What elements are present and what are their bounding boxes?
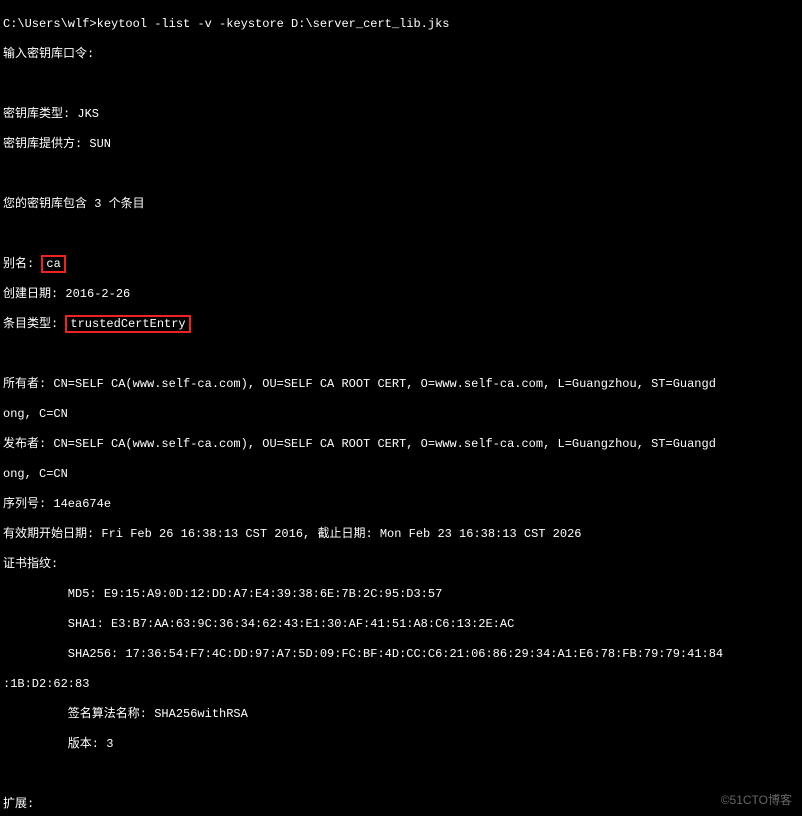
keystore-provider-label: 密钥库提供方: [3, 137, 82, 151]
fingerprint-label: 证书指纹: [3, 557, 58, 571]
serial-value: 14ea674e [46, 497, 111, 511]
alias-label: 别名: [3, 257, 34, 271]
version-value: 3 [99, 737, 113, 751]
extensions-label: 扩展: [3, 797, 34, 811]
sha256-fingerprint: SHA256: 17:36:54:F7:4C:DD:97:A7:5D:09:FC… [3, 647, 723, 661]
command: keytool -list -v -keystore D:\server_cer… [97, 17, 450, 31]
sha256-fingerprint-cont: :1B:D2:62:83 [3, 677, 89, 691]
creation-date-label: 创建日期: [3, 287, 58, 301]
version-label: 版本: [3, 737, 99, 751]
keystore-type-label: 密钥库类型: [3, 107, 70, 121]
sha1-fingerprint: SHA1: E3:B7:AA:63:9C:36:34:62:43:E1:30:A… [3, 617, 514, 631]
keystore-type-value: JKS [70, 107, 99, 121]
issuer-value-cont: ong, C=CN [3, 467, 68, 481]
sig-alg-value: SHA256withRSA [147, 707, 248, 721]
sig-alg-label: 签名算法名称: [3, 707, 147, 721]
owner-value: CN=SELF CA(www.self-ca.com), OU=SELF CA … [46, 377, 716, 391]
md5-fingerprint: MD5: E9:15:A9:0D:12:DD:A7:E4:39:38:6E:7B… [3, 587, 442, 601]
entry-type-label: 条目类型: [3, 317, 58, 331]
validity-value: Fri Feb 26 16:38:13 CST 2016, 截止日期: Mon … [94, 527, 581, 541]
creation-date-value: 2016-2-26 [58, 287, 130, 301]
password-prompt: 输入密钥库口令: [3, 47, 94, 61]
serial-label: 序列号: [3, 497, 46, 511]
entry-type-highlight: trustedCertEntry [65, 315, 190, 333]
terminal-output: C:\Users\wlf>keytool -list -v -keystore … [0, 0, 802, 816]
validity-label: 有效期开始日期: [3, 527, 94, 541]
prompt: C:\Users\wlf> [3, 17, 97, 31]
issuer-label: 发布者: [3, 437, 46, 451]
entry-count: 您的密钥库包含 3 个条目 [3, 197, 145, 211]
alias-value-highlight: ca [41, 255, 65, 273]
owner-value-cont: ong, C=CN [3, 407, 68, 421]
owner-label: 所有者: [3, 377, 46, 391]
watermark: ©51CTO博客 [721, 793, 792, 808]
keystore-provider-value: SUN [82, 137, 111, 151]
issuer-value: CN=SELF CA(www.self-ca.com), OU=SELF CA … [46, 437, 716, 451]
